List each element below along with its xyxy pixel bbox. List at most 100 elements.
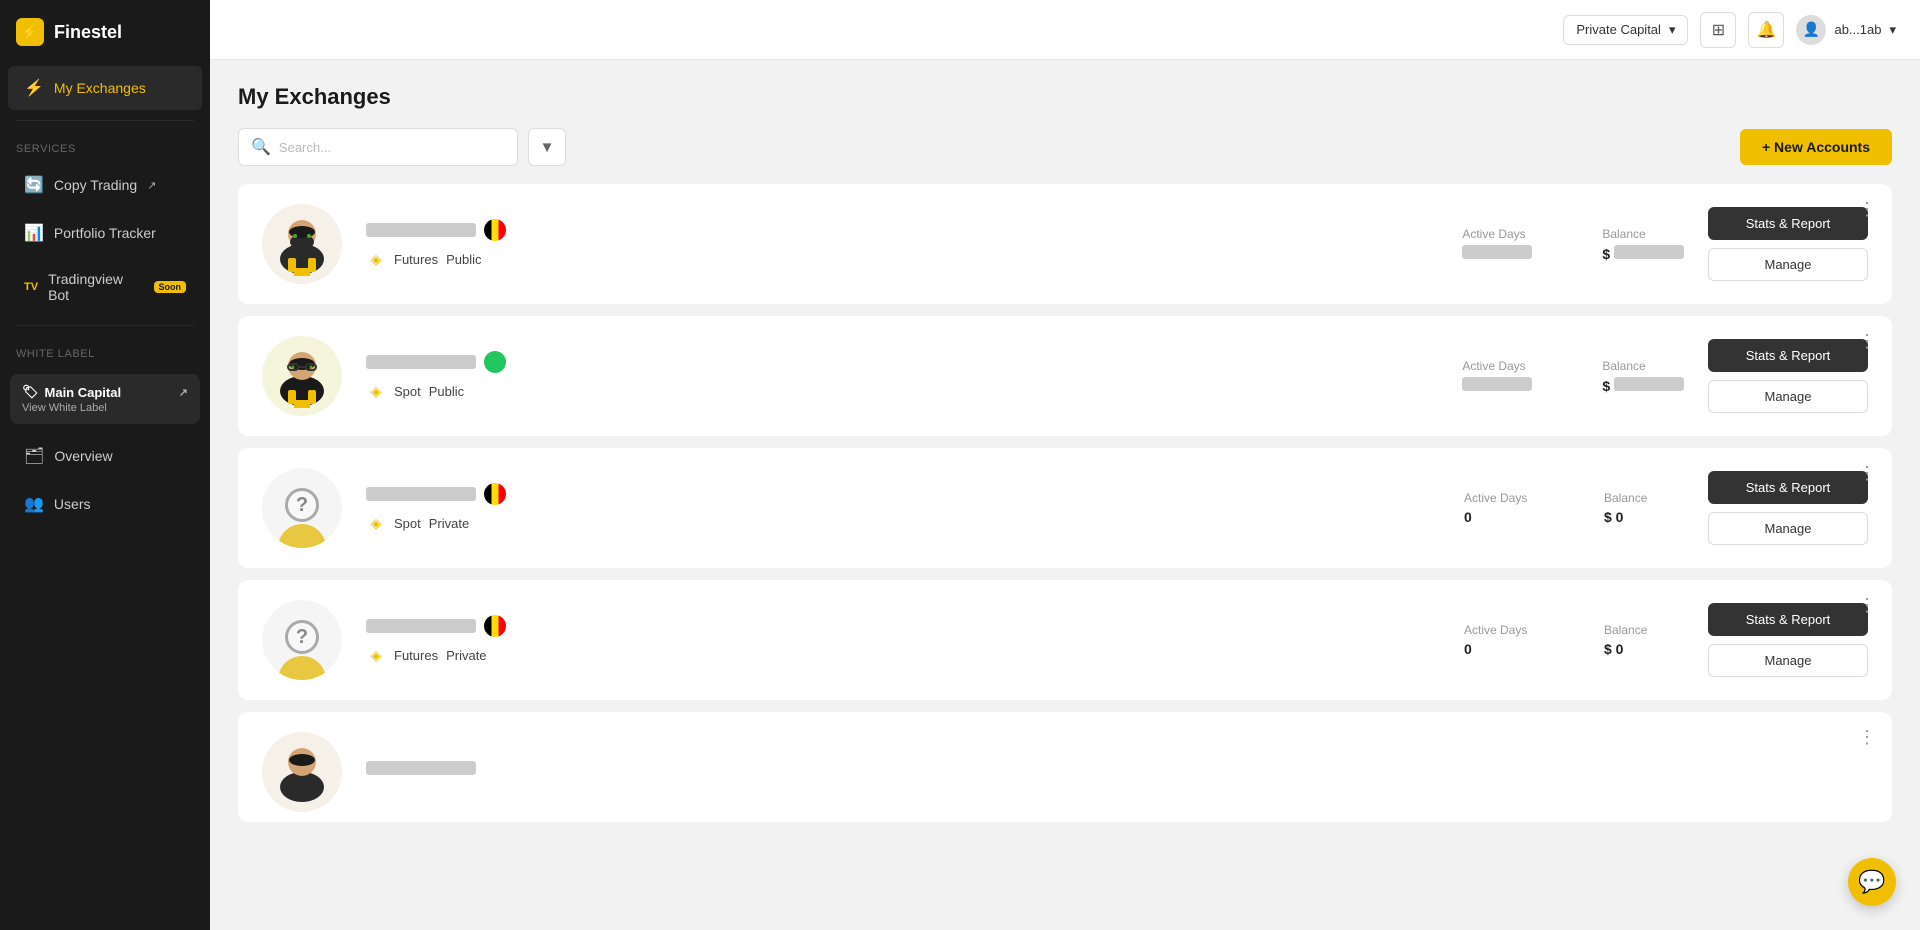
white-label-ext-icon: ↗ <box>179 386 188 399</box>
exchange-info: ◈ Futures Public <box>366 219 1438 269</box>
exchange-name-row <box>366 483 1440 505</box>
stats-report-button[interactable]: Stats & Report <box>1708 603 1868 636</box>
new-accounts-button[interactable]: + New Accounts <box>1740 129 1892 165</box>
balance-stat: Balance $ 0 <box>1604 491 1684 525</box>
user-menu[interactable]: 👤 ab...1ab ▾ <box>1796 15 1896 45</box>
sidebar-item-overview[interactable]: 🗂 Overview <box>8 434 202 478</box>
active-days-stat: Active Days 0 <box>1464 491 1544 525</box>
trade-type-tag: Futures <box>394 252 438 267</box>
exchange-name-blurred <box>366 487 476 501</box>
grid-icon-button[interactable]: ⊞ <box>1700 12 1736 48</box>
exchange-info: ◈ Spot Private <box>366 483 1440 533</box>
sidebar-item-copy-trading[interactable]: 🔄 Copy Trading ↗ <box>8 163 202 207</box>
active-days-value: 0 <box>1464 509 1544 525</box>
binance-icon: ◈ <box>366 645 386 665</box>
notification-button[interactable]: 🔔 <box>1748 12 1784 48</box>
visibility-tag: Private <box>429 516 469 531</box>
sidebar-item-label: Users <box>54 496 91 512</box>
trade-type-tag: Spot <box>394 384 421 399</box>
bearded-avatar-svg <box>262 204 342 284</box>
white-label-section-label: White Label <box>0 334 210 366</box>
toolbar: 🔍 ▼ + New Accounts <box>238 128 1892 166</box>
user-icon: 👤 <box>1803 21 1820 38</box>
user-label: ab...1ab <box>1834 22 1881 37</box>
sidebar-item-portfolio-tracker[interactable]: 📊 Portfolio Tracker <box>8 211 202 255</box>
exchange-name-blurred <box>366 223 476 237</box>
exchange-actions: Stats & Report Manage <box>1708 471 1868 545</box>
stats-report-button[interactable]: Stats & Report <box>1708 471 1868 504</box>
stats-report-button[interactable]: Stats & Report <box>1708 339 1868 372</box>
manage-button[interactable]: Manage <box>1708 248 1868 281</box>
balance-value: $ 0 <box>1604 509 1684 525</box>
avatar-5-svg <box>262 732 342 812</box>
exchange-card: ⋮ <box>238 712 1892 822</box>
visibility-tag: Public <box>429 384 464 399</box>
exchange-actions: Stats & Report Manage <box>1708 603 1868 677</box>
avatar: ? <box>262 468 342 548</box>
flag-icon <box>484 219 506 241</box>
binance-icon: ◈ <box>366 249 386 269</box>
stats-report-button[interactable]: Stats & Report <box>1708 207 1868 240</box>
exchange-name-blurred <box>366 619 476 633</box>
exchange-card: ? ◈ Futures Private Active Days 0 <box>238 580 1892 700</box>
manage-button[interactable]: Manage <box>1708 380 1868 413</box>
chevron-down-icon: ▾ <box>1669 22 1676 38</box>
sidebar-item-label: Copy Trading <box>54 177 137 193</box>
more-options-icon[interactable]: ⋮ <box>1858 728 1876 746</box>
more-options-icon[interactable]: ⋮ <box>1858 200 1876 218</box>
sidebar: ⚡ Finestel ⚡ My Exchanges Services 🔄 Cop… <box>0 0 210 930</box>
balance-value: $ 0 <box>1604 641 1684 657</box>
avatar <box>262 336 342 416</box>
exchange-name-row <box>366 761 1868 775</box>
sidebar-item-users[interactable]: 👥 Users <box>8 482 202 526</box>
more-options-icon[interactable]: ⋮ <box>1858 596 1876 614</box>
search-input[interactable] <box>279 140 505 155</box>
white-label-tag-icon: 🏷 <box>22 384 39 400</box>
avatar-body <box>278 524 326 548</box>
app-name: Finestel <box>54 22 122 43</box>
glasses-avatar-svg <box>262 336 342 416</box>
sidebar-item-my-exchanges[interactable]: ⚡ My Exchanges <box>8 66 202 110</box>
app-logo[interactable]: ⚡ Finestel <box>0 0 210 64</box>
manage-button[interactable]: Manage <box>1708 512 1868 545</box>
exchange-name-blurred <box>366 761 476 775</box>
active-days-stat: Active Days 0 <box>1464 623 1544 657</box>
visibility-tag: Public <box>446 252 481 267</box>
balance-stat: Balance $ <box>1602 359 1684 394</box>
search-wrap: 🔍 <box>238 128 518 166</box>
flag-icon <box>484 483 506 505</box>
users-icon: 👥 <box>24 494 44 514</box>
topbar: Private Capital ▾ ⊞ 🔔 👤 ab...1ab ▾ <box>210 0 1920 60</box>
question-mark-icon: ? <box>285 488 319 522</box>
exchange-info: ◈ Spot Public <box>366 351 1438 401</box>
sidebar-item-label: My Exchanges <box>54 80 146 96</box>
chat-icon: 💬 <box>1858 869 1885 895</box>
exchange-card: ◈ Spot Public Active Days Balance $ Stat… <box>238 316 1892 436</box>
chat-button[interactable]: 💬 <box>1848 858 1896 906</box>
active-days-stat: Active Days <box>1462 227 1542 262</box>
exchange-tags: ◈ Futures Private <box>366 645 1440 665</box>
avatar <box>262 732 342 812</box>
sidebar-item-label: Portfolio Tracker <box>54 225 156 241</box>
search-icon: 🔍 <box>251 137 271 157</box>
exchange-info <box>366 761 1868 783</box>
active-days-value: 0 <box>1464 641 1544 657</box>
grid-icon: ⊞ <box>1712 20 1725 40</box>
sidebar-item-label: Overview <box>54 448 112 464</box>
sidebar-item-tradingview-bot[interactable]: TV Tradingview Bot Soon <box>8 259 202 315</box>
copy-trading-icon: 🔄 <box>24 175 44 195</box>
portfolio-icon: 📊 <box>24 223 44 243</box>
workspace-select[interactable]: Private Capital ▾ <box>1563 15 1688 45</box>
more-options-icon[interactable]: ⋮ <box>1858 464 1876 482</box>
manage-button[interactable]: Manage <box>1708 644 1868 677</box>
filter-button[interactable]: ▼ <box>528 128 566 166</box>
avatar-body <box>278 656 326 680</box>
divider-1 <box>16 120 194 121</box>
more-options-icon[interactable]: ⋮ <box>1858 332 1876 350</box>
flag-icon <box>484 615 506 637</box>
exchange-stats: Active Days Balance $ <box>1462 227 1684 262</box>
exchange-stats: Active Days 0 Balance $ 0 <box>1464 491 1684 525</box>
exchange-stats: Active Days Balance $ <box>1462 359 1684 394</box>
exchange-name-row <box>366 615 1440 637</box>
white-label-box[interactable]: 🏷 Main Capital ↗ View White Label <box>10 374 200 424</box>
